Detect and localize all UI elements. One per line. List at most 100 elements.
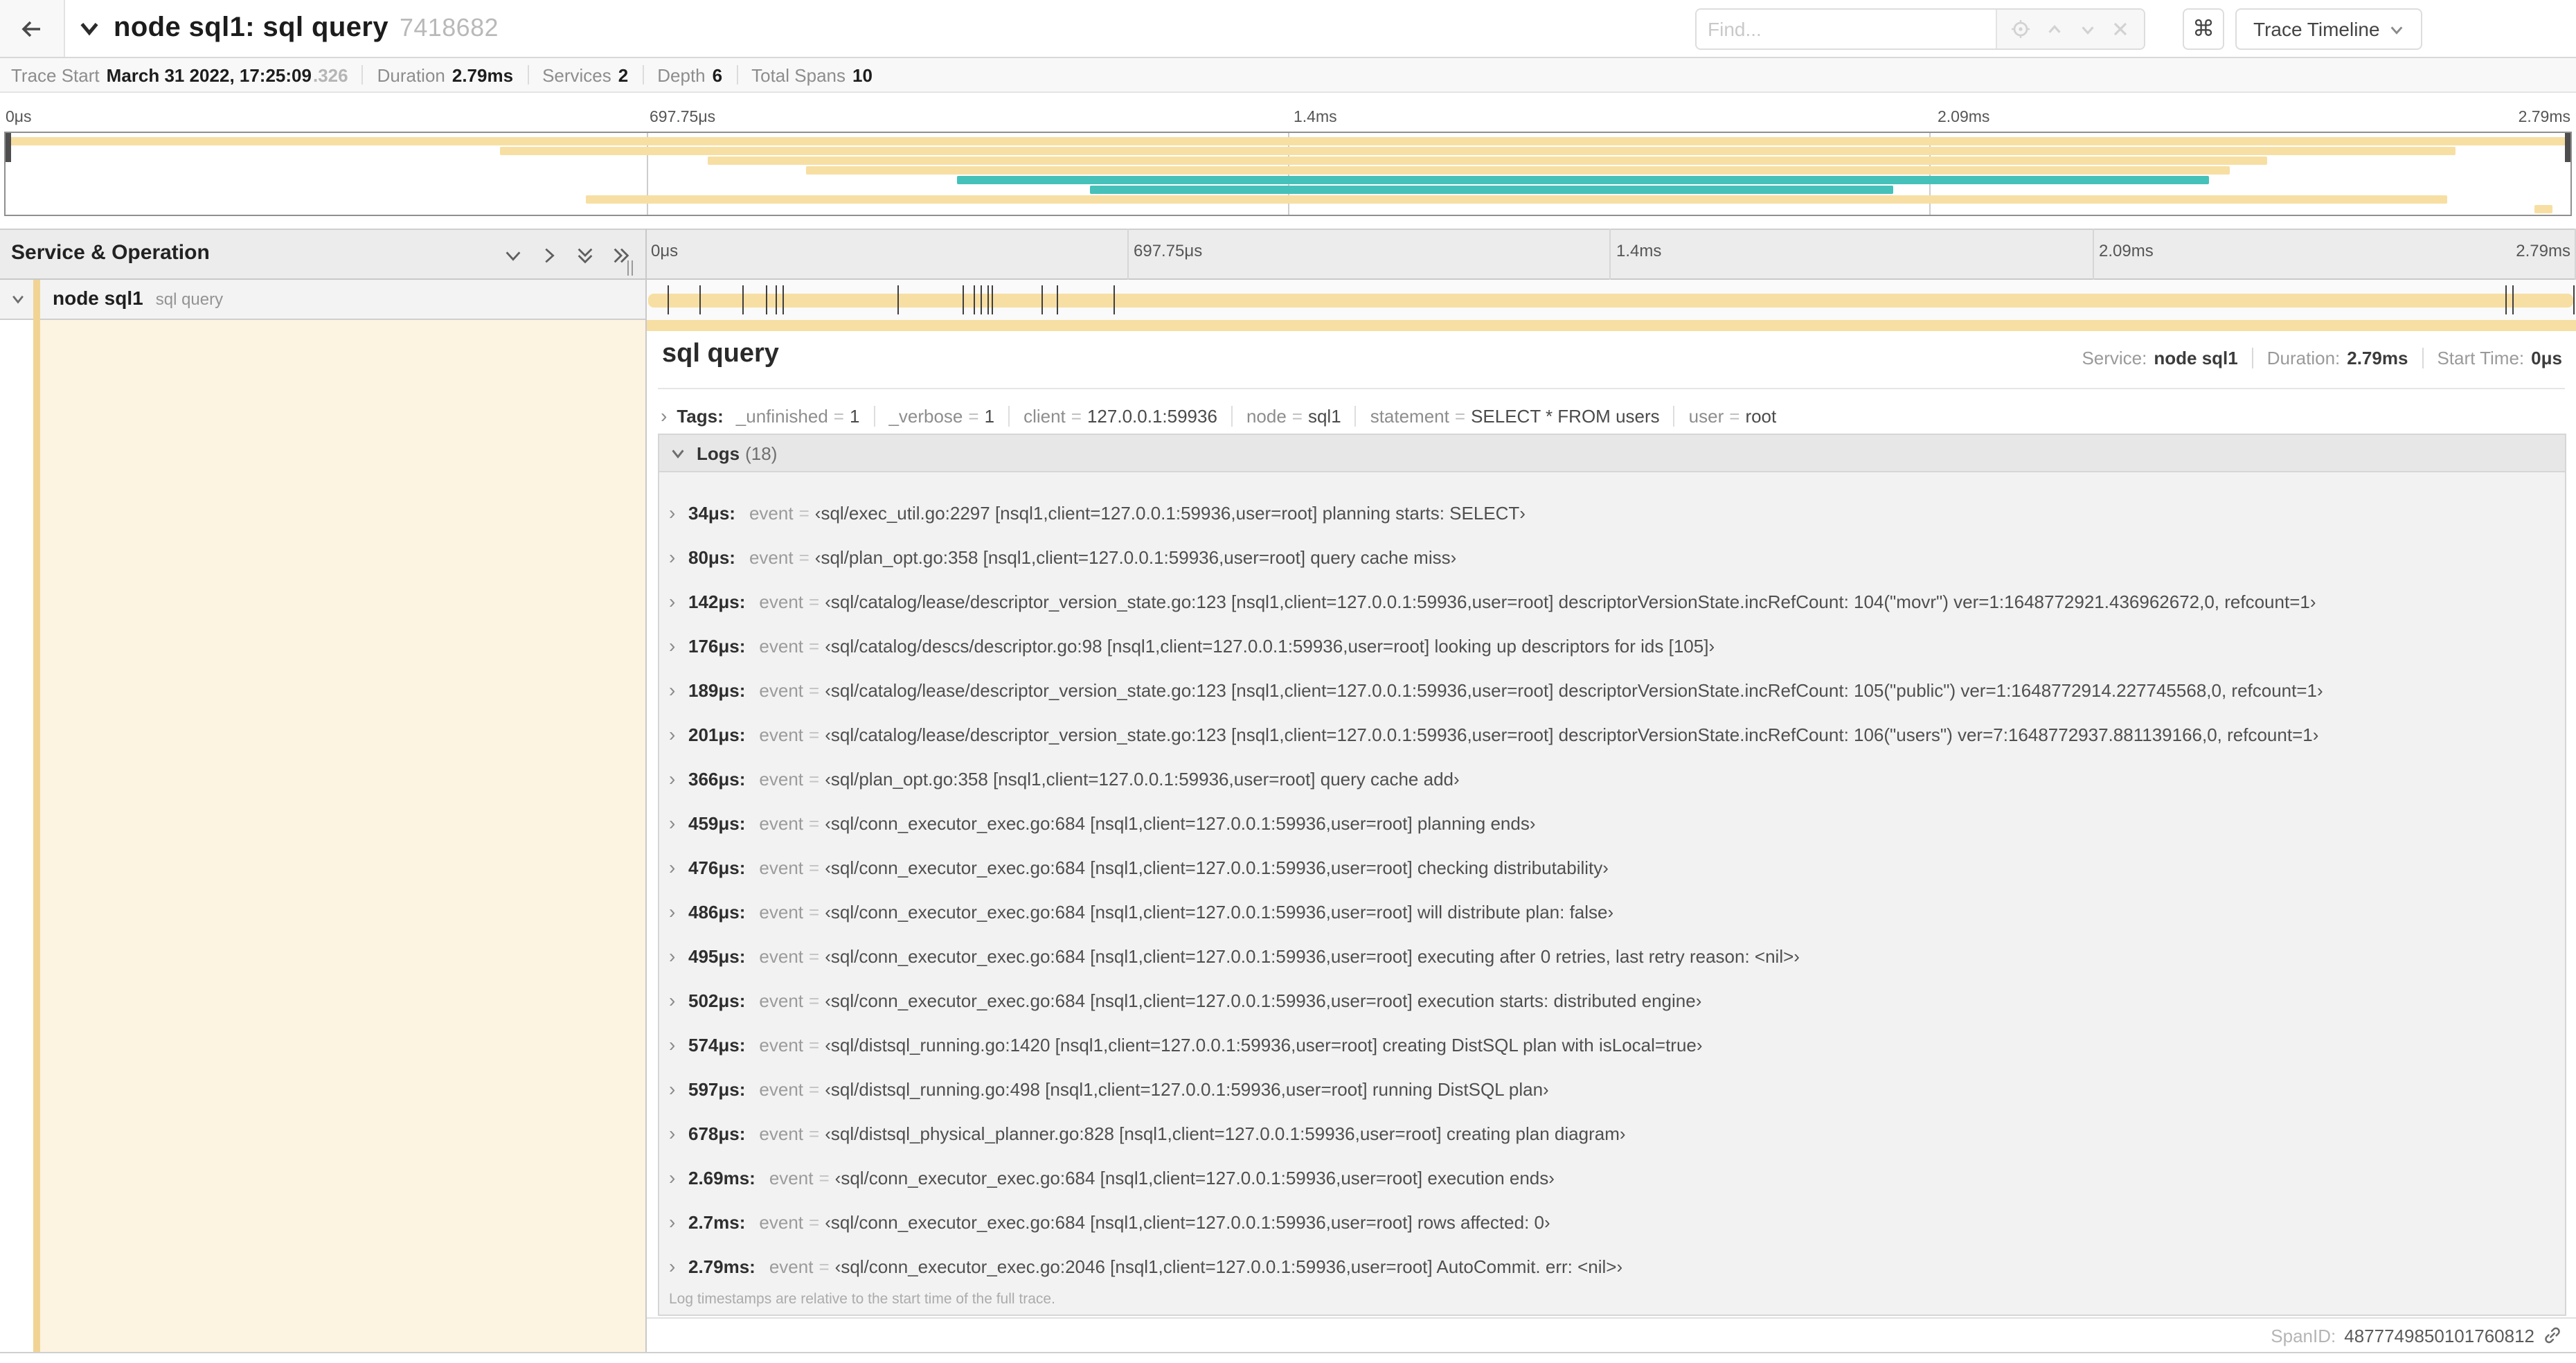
log-event-marker: [1041, 285, 1044, 314]
minimap-span-bar: [708, 157, 2268, 165]
minimap-time-labels: 0μs 697.75μs 1.4ms 2.09ms 2.79ms: [0, 94, 2576, 130]
tag-key: user: [1688, 405, 1724, 426]
tags-expand-chevron-icon[interactable]: ›: [661, 404, 667, 427]
log-entry[interactable]: › 2.69ms: event = ‹sql/conn_executor_exec.go…: [659, 1155, 2565, 1200]
expand-chevron-icon[interactable]: ›: [669, 812, 688, 834]
log-entry[interactable]: › 459μs: event = ‹sql/conn_executor_exec.go:…: [659, 801, 2565, 845]
expand-chevron-icon[interactable]: ›: [669, 546, 688, 568]
log-entry[interactable]: › 34μs: event = ‹sql/exec_util.go:2297 [nsql…: [659, 490, 2565, 535]
clear-find-icon[interactable]: [2111, 19, 2130, 39]
collapse-all-icon[interactable]: [573, 244, 597, 267]
expand-chevron-icon[interactable]: ›: [669, 634, 688, 657]
tag-key: _verbose: [888, 405, 963, 426]
expand-chevron-icon[interactable]: ›: [669, 501, 688, 524]
log-field-key: event: [759, 635, 804, 656]
trace-summary-bar: Trace Start March 31 2022, 17:25:09.326 Du…: [0, 58, 2576, 93]
trace-id: 7418682: [399, 14, 499, 42]
tag-key: _unfinished: [735, 405, 828, 426]
trace-view-selector[interactable]: Trace Timeline: [2235, 8, 2423, 50]
log-entry[interactable]: › 201μs: event = ‹sql/catalog/lease/descript…: [659, 712, 2565, 756]
expand-chevron-icon[interactable]: ›: [669, 679, 688, 701]
time-tick-label: 2.79ms: [2518, 109, 2570, 126]
find-input[interactable]: [1697, 10, 1996, 48]
minimap-right-scrubber[interactable]: [2565, 133, 2570, 162]
log-entry[interactable]: › 142μs: event = ‹sql/catalog/lease/descript…: [659, 579, 2565, 623]
service-operation-heading: Service & Operation: [11, 241, 210, 265]
trace-timeline-page: node sql1: sql query 7418682 ⌘: [0, 0, 2576, 1363]
minimap-canvas[interactable]: [4, 132, 2572, 216]
expand-chevron-icon[interactable]: ›: [669, 1211, 688, 1233]
tag-equals: =: [968, 405, 979, 426]
log-field-key: event: [759, 990, 804, 1010]
log-field-key: event: [759, 1034, 804, 1055]
summary-value: node sql1: [2154, 348, 2238, 368]
log-entry[interactable]: › 366μs: event = ‹sql/plan_opt.go:358 [nsql1…: [659, 756, 2565, 801]
time-tick-label: 0μs: [6, 109, 32, 126]
expand-chevron-icon[interactable]: ›: [669, 989, 688, 1011]
log-entry[interactable]: › 189μs: event = ‹sql/catalog/lease/descript…: [659, 668, 2565, 712]
log-entry[interactable]: › 80μs: event = ‹sql/plan_opt.go:358 [nsql1,…: [659, 535, 2565, 579]
log-equals: =: [819, 1167, 830, 1188]
expand-chevron-icon[interactable]: ›: [669, 1166, 688, 1188]
tags-row[interactable]: › Tags: _unfinished = 1 _verbose = 1 client = 12…: [658, 398, 2565, 434]
log-timestamp: 201μs:: [688, 724, 746, 745]
spanid-label: SpanID:: [2271, 1325, 2336, 1346]
expand-chevron-icon[interactable]: ›: [669, 590, 688, 612]
panel-divider[interactable]: [645, 229, 647, 1352]
deep-link-icon[interactable]: [2543, 1326, 2562, 1345]
divider: [2251, 348, 2253, 368]
log-entry[interactable]: › 495μs: event = ‹sql/conn_executor_exec.go:…: [659, 934, 2565, 978]
log-entry[interactable]: › 2.7ms: event = ‹sql/conn_executor_exec.go:…: [659, 1200, 2565, 1244]
column-resizer-handle[interactable]: [627, 260, 633, 276]
log-field-key: event: [759, 1211, 804, 1232]
log-entry[interactable]: › 574μs: event = ‹sql/distsql_running.go:142…: [659, 1022, 2565, 1067]
log-entry[interactable]: › 678μs: event = ‹sql/distsql_physical_plann…: [659, 1111, 2565, 1155]
expand-chevron-icon[interactable]: ›: [669, 900, 688, 923]
span-service-name: node sql1 sql query: [53, 287, 224, 309]
log-entry[interactable]: › 176μs: event = ‹sql/catalog/descs/descript…: [659, 623, 2565, 668]
log-entry[interactable]: › 476μs: event = ‹sql/conn_executor_exec.go:…: [659, 845, 2565, 889]
log-entry[interactable]: › 2.79ms: event = ‹sql/conn_executor_exec.go…: [659, 1244, 2565, 1288]
log-entry[interactable]: › 486μs: event = ‹sql/conn_executor_exec.go:…: [659, 889, 2565, 934]
expand-one-icon[interactable]: [537, 244, 561, 267]
minimap-span-bar: [500, 147, 2456, 155]
minimap-span-bar: [2534, 205, 2553, 213]
locate-icon[interactable]: [2011, 19, 2030, 39]
back-button[interactable]: [0, 0, 65, 57]
log-event-marker: [2512, 285, 2514, 314]
next-result-icon[interactable]: [2077, 19, 2097, 39]
expand-chevron-icon[interactable]: ›: [669, 1122, 688, 1144]
expand-chevron-icon[interactable]: ›: [669, 723, 688, 745]
log-equals: =: [809, 990, 820, 1010]
log-timestamp: 574μs:: [688, 1034, 746, 1055]
minimap-left-scrubber[interactable]: [6, 133, 11, 162]
span-duration-bar[interactable]: [648, 294, 2573, 308]
trace-view-label: Trace Timeline: [2253, 18, 2380, 40]
log-equals: =: [809, 857, 820, 878]
time-tick-label: 697.75μs: [1134, 241, 1203, 260]
log-equals: =: [798, 502, 810, 523]
span-detail-panel: sql query Service: node sql1 Duration: 2.79…: [647, 331, 2576, 1352]
time-tick-label: 1.4ms: [1294, 109, 1337, 126]
collapse-trace-chevron-icon[interactable]: [78, 17, 101, 40]
keyboard-shortcuts-button[interactable]: ⌘: [2183, 8, 2224, 50]
log-entry[interactable]: › 597μs: event = ‹sql/distsql_running.go:498…: [659, 1067, 2565, 1111]
spanid-value: 4877749850101760812: [2344, 1325, 2534, 1346]
expand-chevron-icon[interactable]: ›: [669, 1078, 688, 1100]
log-field-key: event: [759, 857, 804, 878]
expand-chevron-icon[interactable]: ›: [669, 856, 688, 878]
log-entry[interactable]: › 502μs: event = ‹sql/conn_executor_exec.go:…: [659, 978, 2565, 1022]
expand-chevron-icon[interactable]: ›: [669, 945, 688, 967]
logs-header[interactable]: Logs (18): [659, 435, 2565, 472]
expand-chevron-icon[interactable]: ›: [669, 1255, 688, 1277]
expand-chevron-icon[interactable]: ›: [669, 767, 688, 790]
span-row-timeline-cell[interactable]: [645, 280, 2576, 320]
span-row-name-cell[interactable]: node sql1 sql query: [0, 280, 645, 320]
span-collapse-chevron-icon[interactable]: [10, 291, 26, 308]
tag-item: _unfinished = 1: [736, 405, 860, 426]
trace-info-item: Duration 2.79ms: [377, 64, 513, 85]
divider: [658, 388, 2565, 389]
expand-chevron-icon[interactable]: ›: [669, 1033, 688, 1055]
prev-result-icon[interactable]: [2044, 19, 2064, 39]
collapse-one-icon[interactable]: [501, 244, 525, 267]
